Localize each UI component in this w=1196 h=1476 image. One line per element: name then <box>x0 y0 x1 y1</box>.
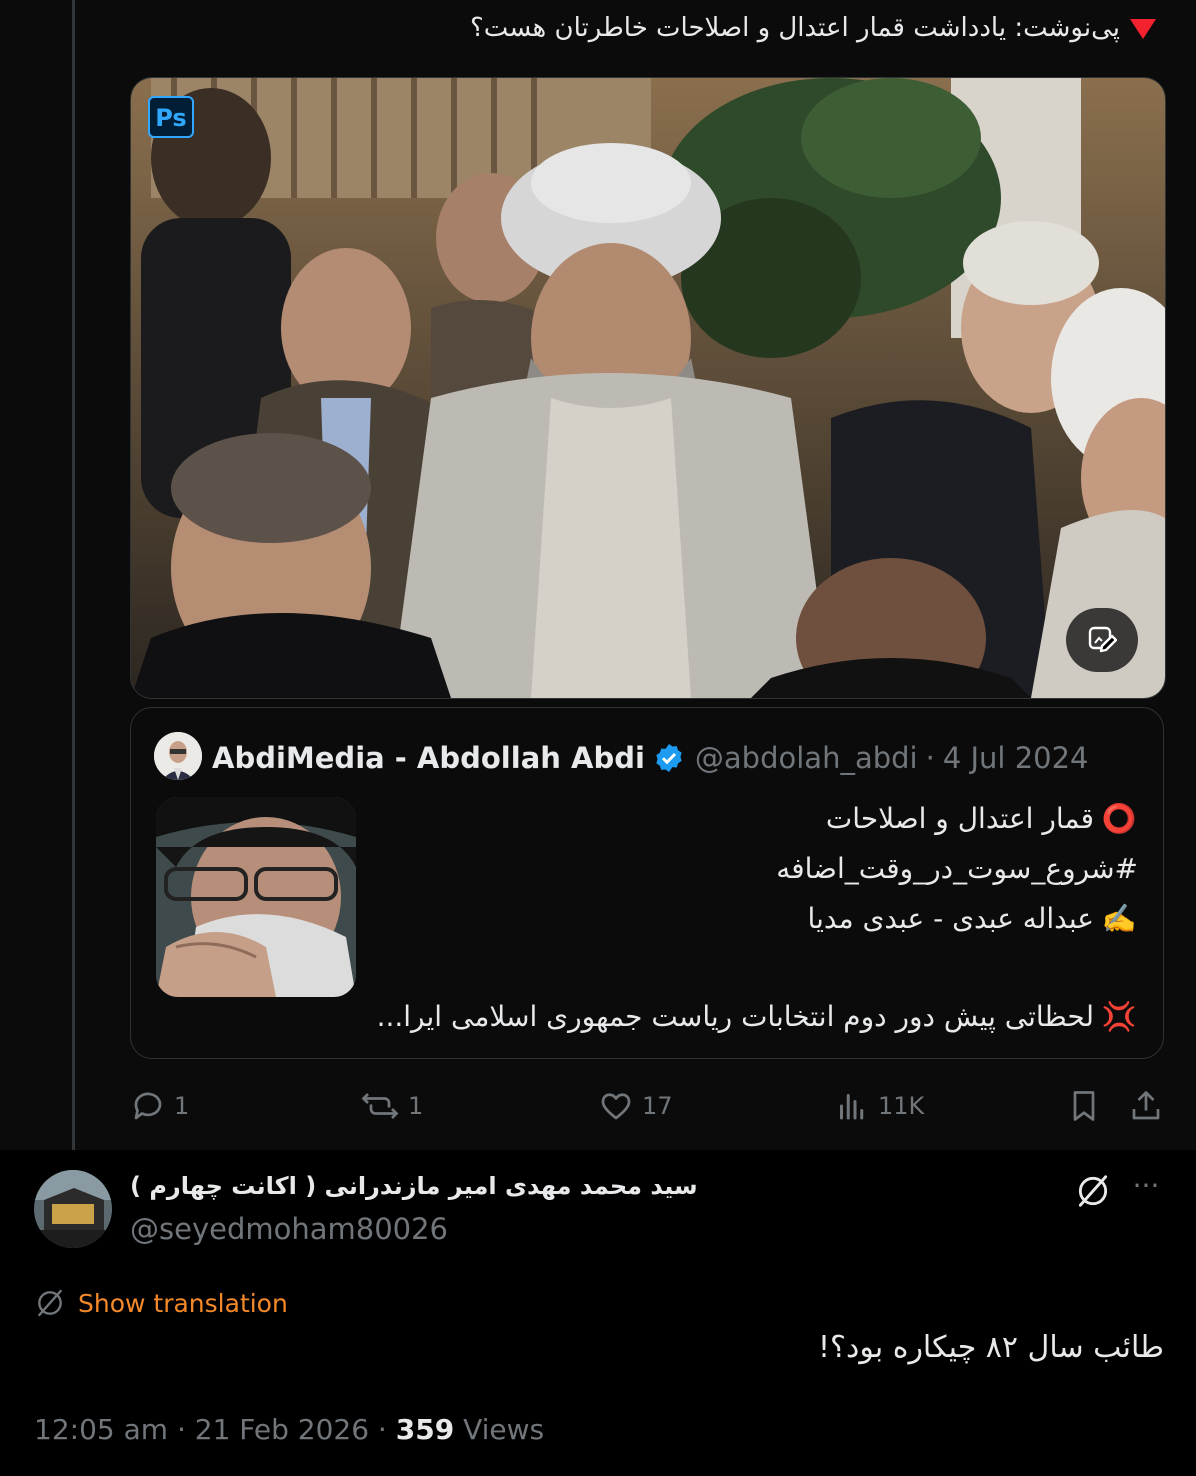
red-triangle-icon <box>1130 18 1156 39</box>
quote-media-thumbnail[interactable] <box>156 797 356 997</box>
grok-button[interactable] <box>1074 1172 1112 1214</box>
reply-author-name[interactable]: سید محمد مهدی امیر مازندرانی ( اکانت چها… <box>130 1172 698 1200</box>
reply-time[interactable]: 12:05 am <box>34 1413 168 1446</box>
views-chart-icon <box>840 1094 864 1120</box>
views-button[interactable]: 11K <box>834 1084 924 1128</box>
photo-illustration <box>131 78 1165 698</box>
reply-count: 1 <box>174 1092 190 1120</box>
repost-icon <box>361 1093 399 1119</box>
edit-image-button[interactable] <box>1066 608 1138 672</box>
edit-image-icon <box>1088 626 1117 653</box>
view-count: 11K <box>878 1092 925 1120</box>
quote-hashtag[interactable]: #شروع_سوت_در_وقت_اضافه <box>378 847 1138 897</box>
tweet-text: پی‌نوشت: یادداشت قمار اعتدال و اصلاحات خ… <box>156 10 1156 46</box>
show-translation-button[interactable]: Show translation <box>34 1284 288 1322</box>
bookmark-icon <box>1073 1091 1095 1121</box>
quote-line: 💢لحظاتی پیش دور دوم انتخابات ریاست جمهور… <box>377 995 1138 1045</box>
verified-badge-icon <box>653 742 685 774</box>
reply-views-label: Views <box>463 1413 545 1446</box>
repost-count: 1 <box>408 1092 424 1120</box>
show-translation-label[interactable]: Show translation <box>78 1289 288 1318</box>
reply-icon <box>134 1092 162 1120</box>
grok-icon <box>1078 1175 1108 1207</box>
grok-translate-icon <box>38 1289 62 1317</box>
reply-views-count: 359 <box>395 1413 455 1446</box>
quote-thumbnail-illustration <box>156 797 356 997</box>
meta-separator: · <box>377 1413 387 1446</box>
repost-button[interactable]: 1 <box>360 1084 423 1128</box>
quote-author-handle[interactable]: @abdolah_abdi <box>695 741 918 775</box>
reply-text: طائب سال ۸۲ چیکاره بود؟! <box>818 1330 1164 1365</box>
writing-hand-icon: ✍️ <box>1101 902 1137 935</box>
meta-separator: · <box>176 1413 186 1446</box>
anger-symbol-icon: 💢 <box>1101 1000 1137 1033</box>
quote-date[interactable]: 4 Jul 2024 <box>943 741 1089 775</box>
quote-text: ⭕قمار اعتدال و اصلاحات #شروع_سوت_در_وقت_… <box>377 797 1138 1045</box>
quote-author-avatar[interactable] <box>154 732 202 780</box>
reply-author-avatar[interactable] <box>34 1170 112 1248</box>
thread-connector-line <box>72 0 75 1160</box>
quote-header: AbdiMedia - Abdollah Abdi @abdolah_abdi … <box>212 736 1089 780</box>
bookmark-button[interactable] <box>1066 1084 1110 1128</box>
tweet-actions: 1 1 17 11K <box>130 1084 1164 1128</box>
reply-avatar-illustration <box>34 1170 112 1248</box>
reply-button[interactable]: 1 <box>130 1084 189 1128</box>
share-button[interactable] <box>1128 1084 1172 1128</box>
quote-author-name[interactable]: AbdiMedia - Abdollah Abdi <box>212 741 645 775</box>
more-options-button[interactable]: ··· <box>1126 1170 1166 1210</box>
hollow-red-circle-icon: ⭕ <box>1101 802 1137 835</box>
like-button[interactable]: 17 <box>598 1084 673 1128</box>
reply-date[interactable]: 21 Feb 2026 <box>195 1413 369 1446</box>
share-icon <box>1132 1091 1160 1120</box>
tweet-text-content: پی‌نوشت: یادداشت قمار اعتدال و اصلاحات خ… <box>470 13 1120 43</box>
like-count: 17 <box>642 1092 673 1120</box>
quote-separator: · <box>925 741 935 775</box>
quote-avatar-illustration <box>154 732 202 780</box>
photoshop-badge-icon: Ps <box>148 96 194 138</box>
reply-author-handle[interactable]: @seyedmoham80026 <box>130 1212 448 1246</box>
quote-line: ✍️عبداله عبدی - عبدی مدیا <box>378 897 1138 947</box>
quote-line: ⭕قمار اعتدال و اصلاحات <box>378 797 1138 847</box>
tweet-photo[interactable] <box>130 77 1166 699</box>
heart-icon <box>601 1093 631 1120</box>
reply-meta: 12:05 am · 21 Feb 2026 · 359 Views <box>34 1410 544 1450</box>
